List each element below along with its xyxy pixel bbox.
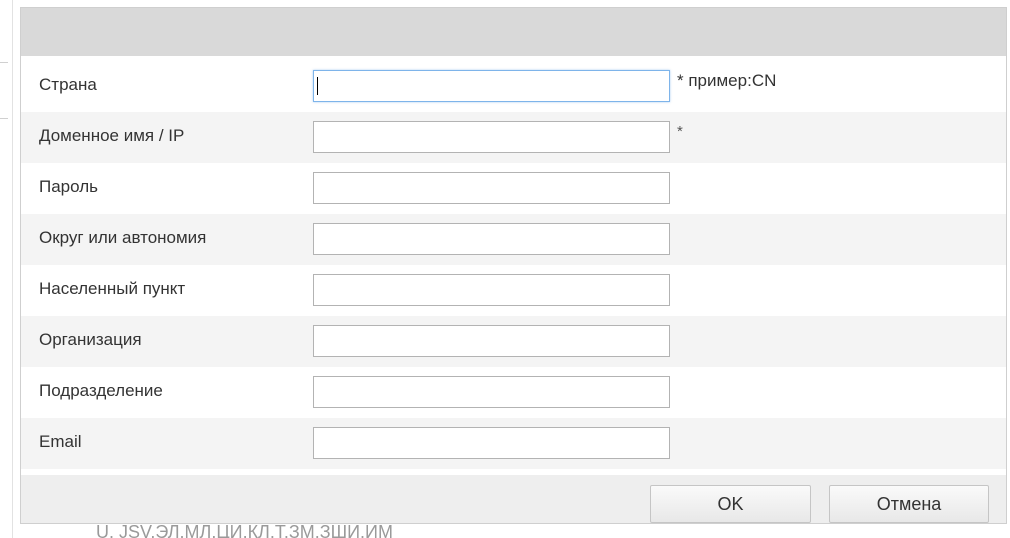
dialog-footer: OK Отмена [21,475,1006,523]
locality-input[interactable] [313,274,670,306]
locality-label: Населенный пункт [39,279,186,298]
form-row-domain: Доменное имя / IP * [21,112,1006,163]
form-row-organization: Организация [21,316,1006,367]
background-tick [0,62,8,63]
organization-label: Организация [39,330,142,349]
text-caret [317,77,318,95]
background-divider [12,0,13,538]
email-label: Email [39,432,82,451]
region-input[interactable] [313,223,670,255]
cancel-button[interactable]: Отмена [829,485,989,523]
form-row-region: Округ или автономия [21,214,1006,265]
unit-label: Подразделение [39,381,163,400]
background-tick [0,118,8,119]
country-hint: * пример:CN [677,71,777,90]
unit-input[interactable] [313,376,670,408]
form-row-country: Страна * пример:CN [21,61,1006,112]
region-label: Округ или автономия [39,228,207,247]
form-row-locality: Населенный пункт [21,265,1006,316]
password-label: Пароль [39,177,98,196]
form-row-email: Email [21,418,1006,469]
dialog-header [21,8,1006,56]
country-label: Страна [39,75,97,94]
form-row-unit: Подразделение [21,367,1006,418]
organization-input[interactable] [313,325,670,357]
country-input[interactable] [313,70,670,102]
form-row-password: Пароль [21,163,1006,214]
domain-required-marker: * [677,123,683,140]
certificate-dialog: Страна * пример:CN Доменное имя / IP * П… [20,7,1007,524]
background-partial-text: U. JSV.ЭЛ.МЛ.ЦИ.КЛ.Т.ЗМ.ЗШИ.ИМ [96,522,393,538]
ok-button[interactable]: OK [650,485,811,523]
password-input[interactable] [313,172,670,204]
email-input[interactable] [313,427,670,459]
domain-input[interactable] [313,121,670,153]
domain-label: Доменное имя / IP [39,126,185,145]
